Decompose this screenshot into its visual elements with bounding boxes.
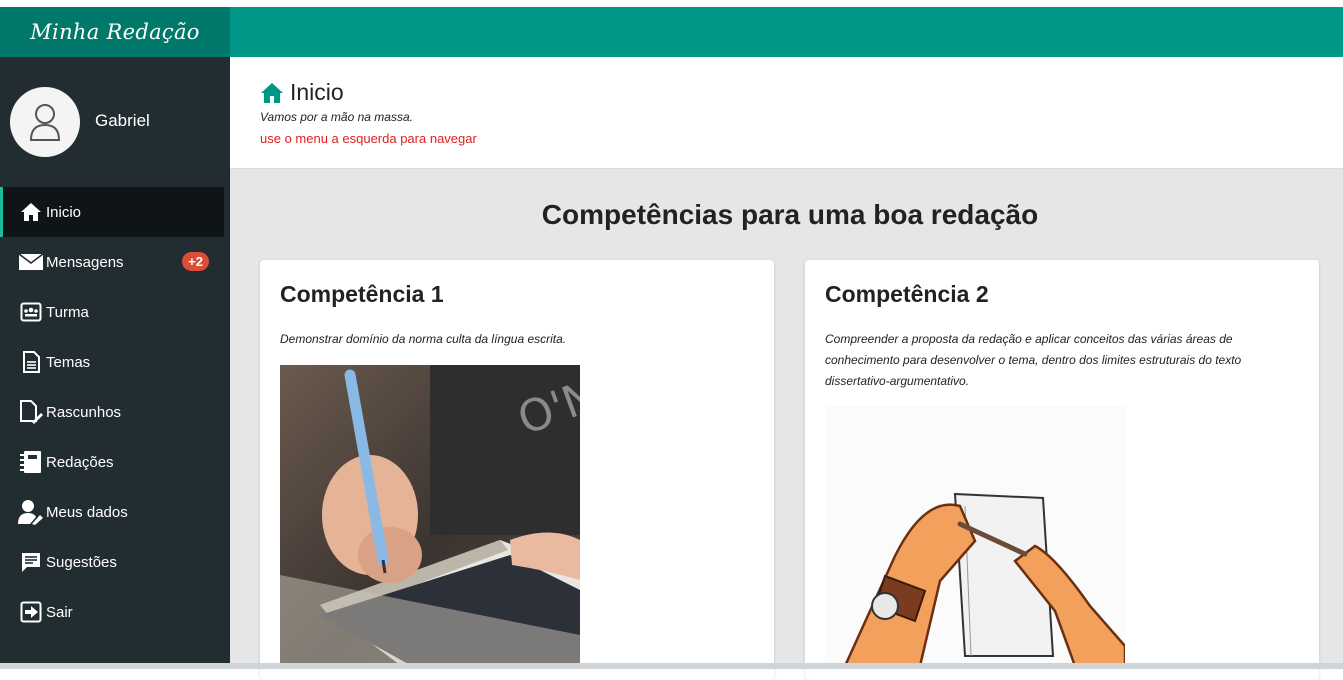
class-icon [18, 300, 44, 324]
user-panel: Gabriel [10, 87, 225, 157]
sidebar-item-mensagens[interactable]: Mensagens +2 [0, 237, 224, 287]
sidebar-item-sair[interactable]: Sair [0, 587, 224, 637]
page-title: Inicio [260, 79, 344, 106]
sidebar-item-sugestoes[interactable]: Sugestões [0, 537, 224, 587]
hands-paper-illustration [825, 406, 1125, 666]
sidebar-item-label: Temas [46, 353, 91, 371]
sidebar-item-label: Rascunhos [46, 403, 122, 421]
sidebar-item-turma[interactable]: Turma [0, 287, 224, 337]
page-subtitle: Vamos por a mão na massa. [260, 110, 413, 124]
brand-logo[interactable]: Minha Redação [0, 7, 230, 57]
document-icon [18, 350, 44, 374]
sidebar: Minha Redação Gabriel Inicio Mensagens +… [0, 7, 230, 669]
writing-photo: O'N [280, 365, 580, 665]
sidebar-menu: Inicio Mensagens +2 Turma Temas Rascunho… [0, 187, 230, 637]
logout-icon [18, 600, 44, 624]
page-title-text: Inicio [290, 79, 344, 105]
sidebar-item-label: Turma [46, 303, 89, 321]
page-header: Inicio Vamos por a mão na massa. use o m… [230, 57, 1343, 169]
card-description: Demonstrar domínio da norma culta da lín… [280, 332, 567, 346]
home-icon [18, 200, 44, 224]
home-icon [261, 82, 283, 103]
sidebar-item-meus-dados[interactable]: Meus dados [0, 487, 224, 537]
user-edit-icon [18, 500, 44, 525]
sidebar-item-label: Redações [46, 453, 114, 471]
notebook-icon [18, 450, 44, 474]
card-description: Compreender a proposta da redação e apli… [825, 332, 1242, 388]
comment-icon [18, 550, 44, 574]
sidebar-item-label: Inicio [46, 203, 82, 221]
navigation-hint: use o menu a esquerda para navegar [260, 131, 477, 146]
unread-badge: +2 [182, 252, 209, 271]
user-icon [29, 104, 61, 141]
sidebar-item-inicio[interactable]: Inicio [0, 187, 224, 237]
top-navbar [230, 7, 1343, 57]
sidebar-item-label: Sair [46, 603, 73, 621]
draft-icon [18, 400, 44, 424]
main-content: Competências para uma boa redação Compet… [230, 169, 1343, 680]
top-edge [0, 0, 1343, 7]
competencia-card-2: Competência 2 Compreender a proposta da … [805, 260, 1319, 680]
taskbar-edge [0, 663, 1343, 669]
sidebar-item-label: Meus dados [46, 503, 128, 521]
section-title: Competências para uma boa redação [541, 199, 1039, 230]
avatar [10, 87, 80, 157]
envelope-icon [18, 250, 44, 274]
competencia-card-1: Competência 1 Demonstrar domínio da norm… [260, 260, 774, 680]
user-name: Gabriel [95, 111, 150, 130]
card-title: Competência 1 [280, 281, 444, 307]
sidebar-item-redacoes[interactable]: Redações [0, 437, 224, 487]
sidebar-item-label: Sugestões [46, 553, 117, 571]
sidebar-item-label: Mensagens [46, 253, 124, 271]
sidebar-item-rascunhos[interactable]: Rascunhos [0, 387, 224, 437]
card-title: Competência 2 [825, 281, 989, 307]
sidebar-item-temas[interactable]: Temas [0, 337, 224, 387]
